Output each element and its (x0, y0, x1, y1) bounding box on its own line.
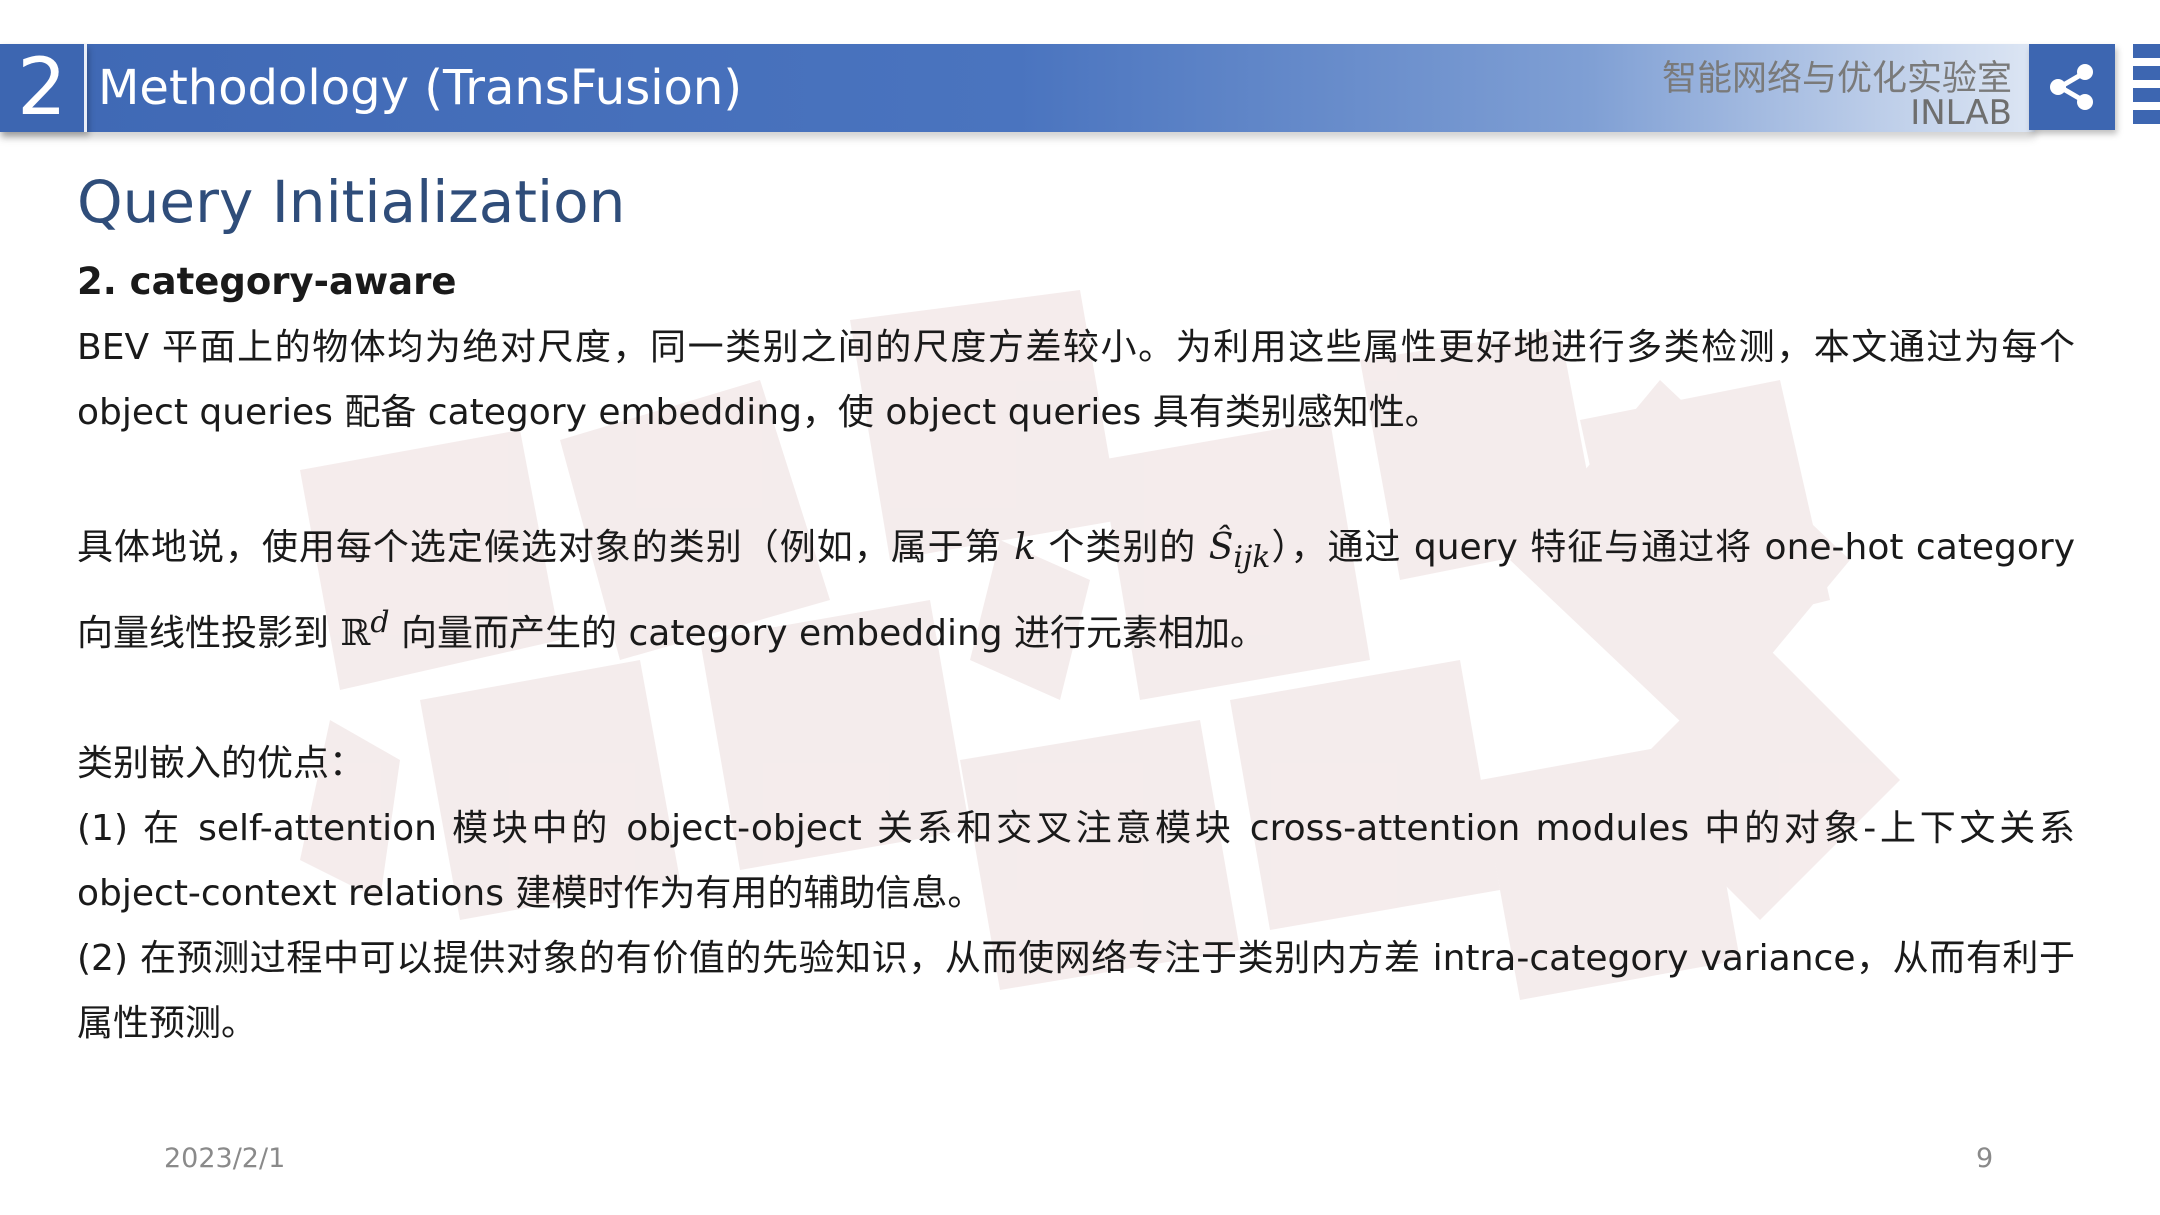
page-number: 9 (1976, 1143, 1994, 1174)
share-icon (2050, 64, 2093, 110)
math-s-subscript: ijk (1233, 540, 1271, 576)
side-tab-bar (2133, 44, 2160, 58)
slide-heading: Query Initialization (77, 168, 626, 236)
advantage-item-1: (1) 在 self-attention 模块中的 object-object … (77, 808, 2075, 915)
slide: 2 Methodology (TransFusion) 智能网络与优化实验室 I… (0, 0, 2160, 1215)
text-run: 个类别的 (1035, 527, 1209, 568)
section-number: 2 (0, 44, 87, 132)
math-real-space: ℝ (340, 613, 371, 655)
footer-date: 2023/2/1 (164, 1143, 286, 1174)
sub-heading: 2. category-aware (77, 260, 457, 303)
share-button[interactable] (2029, 44, 2115, 130)
paragraph-detail: 具体地说，使用每个选定候选对象的类别（例如，属于第 k 个类别的 Ŝijk），通… (77, 515, 2075, 666)
header-title: Methodology (TransFusion) (98, 60, 743, 116)
paragraph-intro: BEV 平面上的物体均为绝对尺度，同一类别之间的尺度方差较小。为利用这些属性更好… (77, 327, 2075, 433)
text-run: 具体地说，使用每个选定候选对象的类别（例如，属于第 (77, 527, 1015, 568)
math-s-hat: Ŝ (1208, 527, 1234, 568)
math-k: k (1014, 527, 1036, 568)
side-tab-bar (2133, 88, 2160, 102)
side-tab-bar (2133, 110, 2160, 124)
slide-content: 2. category-aware BEV 平面上的物体均为绝对尺度，同一类别之… (77, 255, 2075, 1056)
text-run: 向量而产生的 category embedding 进行元素相加。 (389, 613, 1267, 655)
side-menu-tab[interactable] (2133, 44, 2160, 132)
lab-name-en: INLAB (1910, 93, 2012, 133)
math-superscript-d: d (370, 605, 390, 641)
side-tab-bar (2133, 66, 2160, 80)
advantage-item-2: (2) 在预测过程中可以提供对象的有价值的先验知识，从而使网络专注于类别内方差 … (77, 938, 2075, 1045)
advantages-title: 类别嵌入的优点： (77, 743, 366, 785)
